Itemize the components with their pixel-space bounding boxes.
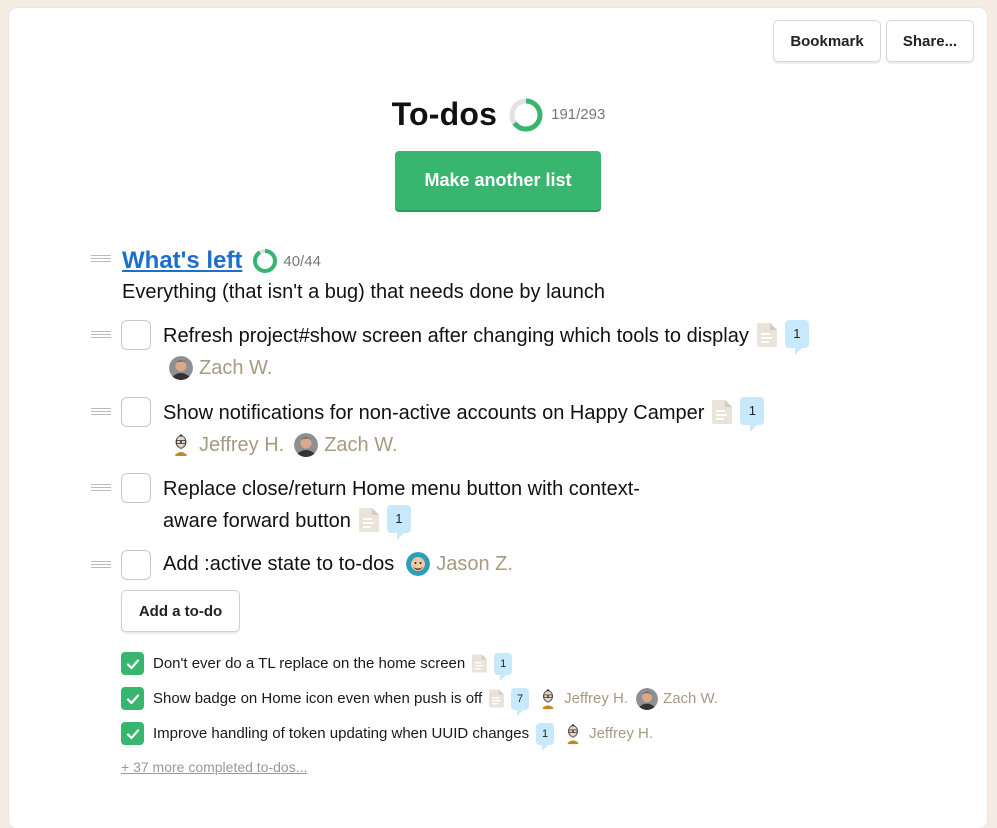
drag-handle[interactable] bbox=[91, 561, 111, 569]
page-header: To-dos 191/293 bbox=[0, 96, 997, 133]
assignee[interactable]: Zach W. bbox=[636, 688, 718, 710]
assignee[interactable]: Jason Z. bbox=[406, 548, 513, 580]
comment-count-badge[interactable]: 1 bbox=[784, 319, 809, 355]
todo-checkbox[interactable] bbox=[121, 550, 151, 580]
drag-handle[interactable] bbox=[91, 484, 111, 492]
todo-text: Replace close/return Home menu button wi… bbox=[163, 478, 640, 500]
comment-count-badge[interactable]: 1 bbox=[494, 652, 513, 681]
more-completed-link[interactable]: + 37 more completed to-dos... bbox=[121, 759, 307, 775]
avatar bbox=[406, 552, 430, 576]
comment-count-badge[interactable]: 1 bbox=[536, 722, 555, 751]
drag-handle[interactable] bbox=[91, 408, 111, 416]
share-button[interactable]: Share... bbox=[886, 20, 974, 62]
assignee[interactable]: Zach W. bbox=[294, 433, 398, 457]
todo-item[interactable]: Show notifications for non-active accoun… bbox=[163, 396, 765, 432]
todo-text: Improve handling of token updating when … bbox=[153, 725, 530, 742]
bookmark-button[interactable]: Bookmark bbox=[773, 20, 881, 62]
make-another-list-button[interactable]: Make another list bbox=[395, 151, 601, 210]
todo-text: Show badge on Home icon even when push i… bbox=[153, 690, 483, 707]
todo-text: Show notifications for non-active accoun… bbox=[163, 402, 705, 424]
list-progress-count: 40/44 bbox=[283, 252, 321, 270]
drag-handle[interactable] bbox=[91, 331, 111, 339]
checked-checkbox[interactable] bbox=[121, 652, 144, 675]
page-title: To-dos bbox=[391, 96, 498, 132]
avatar bbox=[537, 688, 559, 710]
todo-checkbox[interactable] bbox=[121, 473, 151, 503]
avatar bbox=[169, 356, 193, 380]
todo-checkbox[interactable] bbox=[121, 320, 151, 350]
assignee-list: Zach W. bbox=[169, 356, 282, 380]
checked-checkbox[interactable] bbox=[121, 687, 144, 710]
avatar bbox=[294, 433, 318, 457]
notes-icon bbox=[757, 323, 777, 347]
comment-count-badge[interactable]: 1 bbox=[740, 396, 765, 432]
assignee[interactable]: Zach W. bbox=[169, 356, 272, 380]
progress-count: 191/293 bbox=[551, 106, 606, 123]
notes-icon bbox=[489, 689, 504, 708]
list-progress-ring-icon bbox=[253, 249, 278, 273]
avatar bbox=[562, 723, 584, 745]
add-todo-button[interactable]: Add a to-do bbox=[121, 590, 240, 632]
todo-text: Refresh project#show screen after changi… bbox=[163, 325, 749, 347]
completed-todo[interactable]: Improve handling of token updating when … bbox=[121, 722, 653, 751]
assignee[interactable]: Jeffrey H. bbox=[562, 723, 653, 745]
todo-item[interactable]: Refresh project#show screen after changi… bbox=[163, 319, 809, 355]
assignee[interactable]: Jeffrey H. bbox=[169, 433, 284, 457]
notes-icon bbox=[472, 654, 487, 673]
todo-text-continued: aware forward button bbox=[163, 510, 351, 532]
todo-text: Don't ever do a TL replace on the home s… bbox=[153, 655, 466, 672]
notes-icon bbox=[712, 400, 732, 424]
list-description: Everything (that isn't a bug) that needs… bbox=[122, 281, 606, 303]
todo-checkbox[interactable] bbox=[121, 397, 151, 427]
notes-icon bbox=[359, 508, 379, 532]
check-icon bbox=[125, 726, 141, 742]
check-icon bbox=[125, 691, 141, 707]
list-title-link[interactable]: What's left bbox=[122, 247, 242, 275]
todo-text: Add :active state to to-dos bbox=[163, 553, 395, 575]
completed-todo[interactable]: Don't ever do a TL replace on the home s… bbox=[121, 652, 513, 681]
todo-item[interactable]: Add :active state to to-dos Jason Z. bbox=[163, 548, 523, 580]
todo-item[interactable]: Replace close/return Home menu button wi… bbox=[163, 473, 640, 540]
avatar bbox=[636, 688, 658, 710]
avatar bbox=[169, 433, 193, 457]
progress-ring-icon bbox=[509, 98, 543, 131]
assignee[interactable]: Jeffrey H. bbox=[537, 688, 628, 710]
check-icon bbox=[125, 656, 141, 672]
comment-count-badge[interactable]: 7 bbox=[511, 687, 530, 716]
list-heading: What's left 40/44 bbox=[122, 247, 321, 275]
completed-todo[interactable]: Show badge on Home icon even when push i… bbox=[121, 687, 718, 716]
checked-checkbox[interactable] bbox=[121, 722, 144, 745]
assignee-list: Jeffrey H. Zach W. bbox=[169, 433, 408, 457]
drag-handle[interactable] bbox=[91, 255, 111, 263]
comment-count-badge[interactable]: 1 bbox=[386, 504, 411, 540]
